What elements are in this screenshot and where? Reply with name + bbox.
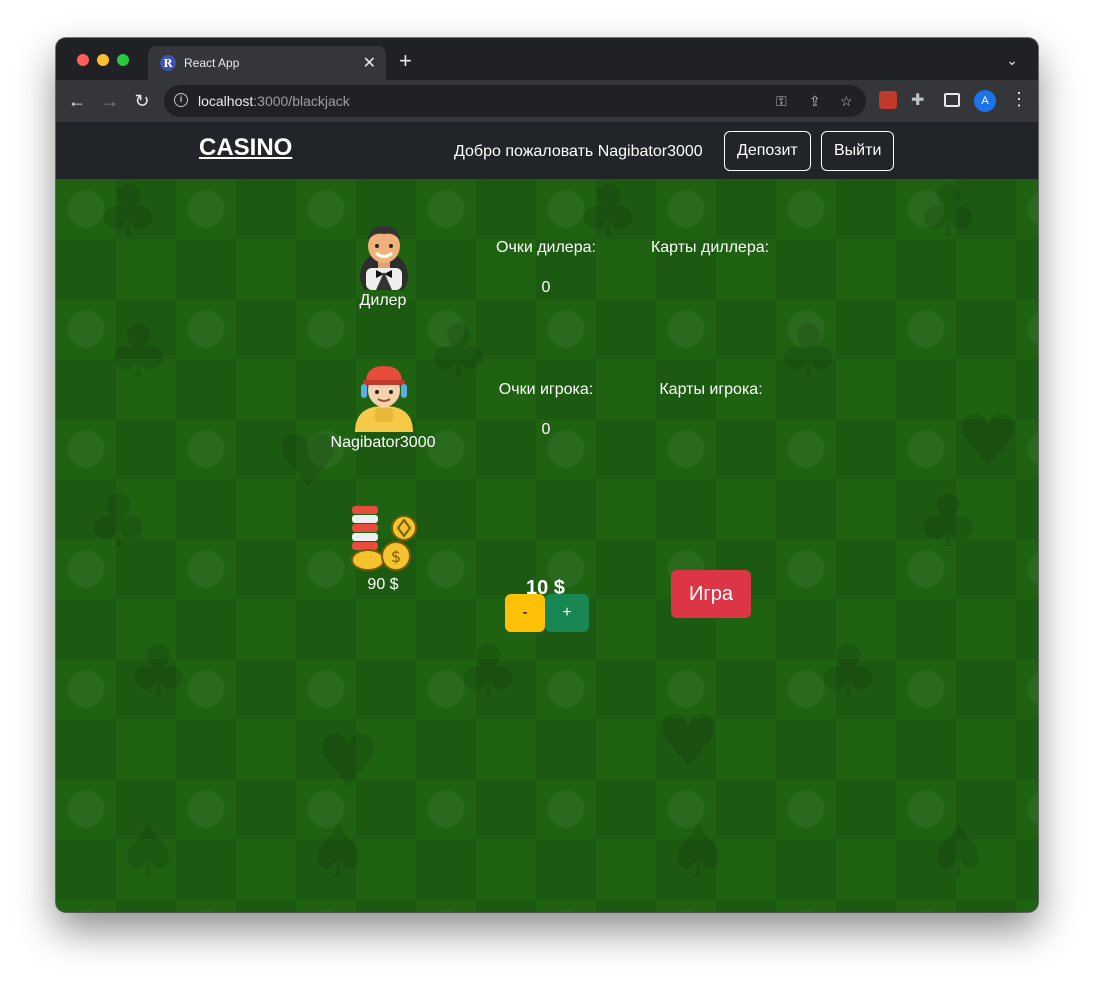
club-suit-icon: ♣: [816, 629, 881, 713]
maximize-window-button[interactable]: [117, 54, 129, 66]
spade-suit-icon: ♠: [666, 809, 731, 893]
club-suit-icon: ♣: [96, 169, 161, 253]
tab-title: React App: [184, 56, 240, 70]
heart-suit-icon: ♥: [656, 699, 721, 783]
minimize-window-button[interactable]: [97, 54, 109, 66]
balance-value: 90 $: [367, 576, 399, 593]
dealer-avatar-icon: [360, 226, 408, 290]
increase-bet-button[interactable]: +: [545, 594, 589, 632]
forward-arrow-icon[interactable]: →: [98, 89, 122, 113]
club-suit-icon: ♣: [776, 309, 841, 393]
spade-suit-icon: ♠: [926, 809, 991, 893]
side-panel-icon[interactable]: [944, 93, 960, 107]
dealer-name: Дилер: [359, 292, 407, 309]
heart-suit-icon: ♥: [956, 399, 1021, 483]
club-suit-icon: ♣: [916, 479, 981, 563]
tab-strip: R React App ✕ + ⌄: [56, 38, 1038, 80]
menu-kebab-icon[interactable]: ⋮: [1010, 89, 1028, 110]
browser-toolbar: ← → ↻ i localhost:3000/blackjack ⚿ ⇪ ☆ ✚…: [56, 80, 1038, 122]
spade-suit-icon: ♠: [116, 809, 181, 893]
bookmark-star-icon[interactable]: ☆: [840, 93, 853, 110]
browser-window: R React App ✕ + ⌄ ← → ↻ i localhost:3000…: [56, 38, 1038, 912]
browser-tab[interactable]: R React App ✕: [148, 46, 386, 80]
coins-stack-icon: $: [351, 506, 417, 571]
site-info-icon[interactable]: i: [174, 93, 188, 107]
web-page: CASINO Добро пожаловать Nagibator3000 Де…: [56, 122, 1038, 912]
new-tab-icon[interactable]: +: [399, 50, 412, 72]
player-name: Nagibator3000: [330, 434, 436, 451]
svg-text:$: $: [391, 547, 401, 566]
club-suit-icon: ♣: [86, 479, 151, 563]
club-suit-icon: ♣: [106, 309, 171, 393]
dealer-points-label: Очки дилера:: [496, 239, 596, 256]
tab-search-chevron-icon[interactable]: ⌄: [1006, 52, 1018, 69]
puzzle-extensions-icon[interactable]: ✚: [911, 90, 924, 110]
player-points-value: 0: [541, 421, 551, 438]
club-suit-icon: ♣: [916, 169, 981, 253]
key-icon[interactable]: ⚿: [776, 93, 787, 110]
back-arrow-icon[interactable]: ←: [65, 89, 89, 113]
spade-suit-icon: ♠: [306, 809, 371, 893]
close-window-button[interactable]: [77, 54, 89, 66]
dealer-points-value: 0: [541, 279, 551, 296]
heart-suit-icon: ♥: [276, 419, 341, 503]
url-text[interactable]: localhost:3000/blackjack: [198, 93, 350, 109]
share-icon[interactable]: ⇪: [809, 93, 821, 110]
decrease-bet-button[interactable]: -: [505, 594, 545, 632]
club-suit-icon: ♣: [126, 629, 191, 713]
club-suit-icon: ♣: [456, 629, 521, 713]
brand-link[interactable]: CASINO: [199, 134, 292, 162]
close-tab-icon[interactable]: ✕: [363, 53, 376, 73]
profile-avatar[interactable]: A: [974, 90, 996, 112]
react-favicon-icon: R: [160, 55, 176, 71]
player-points-label: Очки игрока:: [498, 381, 594, 398]
deposit-button[interactable]: Депозит: [724, 131, 811, 171]
play-button[interactable]: Игра: [671, 570, 751, 618]
site-navbar: CASINO Добро пожаловать Nagibator3000 Де…: [56, 122, 1038, 179]
heart-suit-icon: ♥: [316, 719, 381, 803]
welcome-text: Добро пожаловать Nagibator3000: [454, 143, 703, 160]
address-bar[interactable]: i localhost:3000/blackjack ⚿ ⇪ ☆: [164, 85, 866, 117]
player-avatar-icon: [355, 366, 413, 432]
logout-button[interactable]: Выйти: [821, 131, 895, 171]
reload-icon[interactable]: ↻: [130, 89, 154, 113]
extension-icon[interactable]: [879, 91, 897, 109]
player-cards-label: Карты игрока:: [659, 381, 763, 398]
dealer-cards-label: Карты диллера:: [650, 239, 770, 256]
